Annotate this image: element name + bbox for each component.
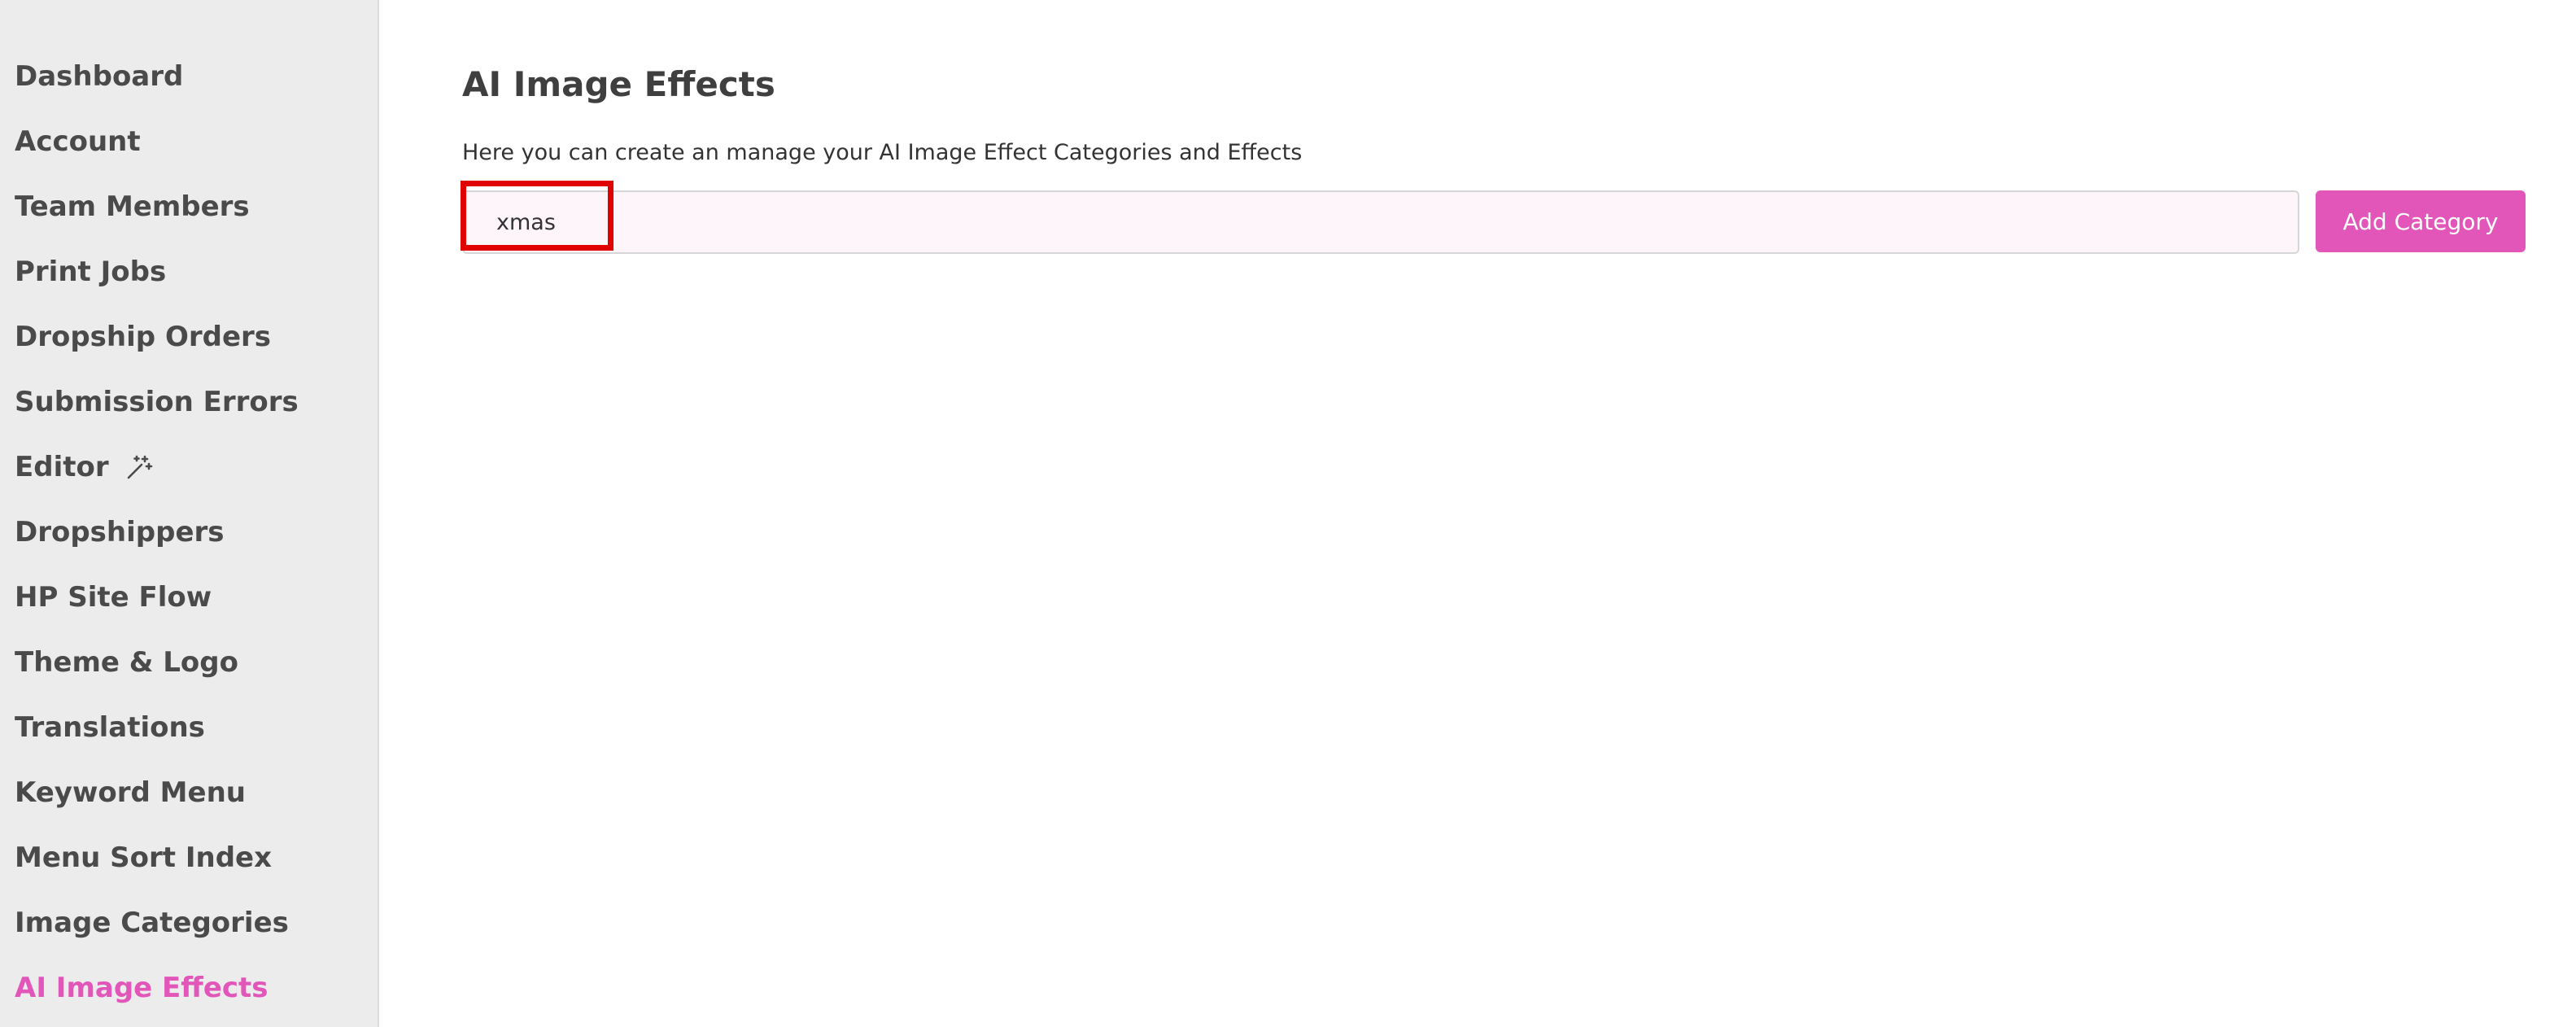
sidebar-item-label: Dropshippers [15,516,225,548]
page-description: Here you can create an manage your AI Im… [462,140,1303,165]
sidebar-item-label: Editor [15,451,109,483]
sidebar-item-label: Account [15,125,141,158]
sidebar-item-menu-sort-index[interactable]: Menu Sort Index [15,841,272,874]
sidebar-item-dashboard[interactable]: Dashboard [15,60,183,93]
sidebar-item-team-members[interactable]: Team Members [15,190,250,223]
sidebar-item-image-categories[interactable]: Image Categories [15,907,289,939]
sidebar-item-label: Theme & Logo [15,646,238,679]
sidebar: Dashboard Account Team Members Print Job… [0,0,379,1027]
sidebar-item-label: Team Members [15,190,250,223]
page-title: AI Image Effects [462,64,775,104]
sidebar-item-dropship-orders[interactable]: Dropship Orders [15,321,271,353]
sidebar-item-label: AI Image Effects [15,972,269,1004]
sidebar-item-label: Menu Sort Index [15,841,273,874]
magic-wand-icon [125,453,153,481]
sidebar-item-label: Keyword Menu [15,776,246,809]
sidebar-item-label: Dashboard [15,60,184,93]
sidebar-item-theme-logo[interactable]: Theme & Logo [15,646,238,679]
sidebar-item-translations[interactable]: Translations [15,711,205,744]
sidebar-item-label: Submission Errors [15,386,299,418]
sidebar-item-submission-errors[interactable]: Submission Errors [15,386,299,418]
sidebar-item-hp-site-flow[interactable]: HP Site Flow [15,581,212,614]
sidebar-item-label: Print Jobs [15,256,167,288]
sidebar-item-ai-image-effects[interactable]: AI Image Effects [15,972,269,1004]
add-category-button[interactable]: Add Category [2316,190,2526,252]
sidebar-item-keyword-menu[interactable]: Keyword Menu [15,776,246,809]
sidebar-item-dropshippers[interactable]: Dropshippers [15,516,225,548]
sidebar-item-print-jobs[interactable]: Print Jobs [15,256,166,288]
sidebar-item-account[interactable]: Account [15,125,141,158]
sidebar-item-label: Translations [15,711,205,744]
sidebar-item-label: Image Categories [15,907,289,939]
category-name-input[interactable] [462,190,2299,254]
sidebar-item-label: HP Site Flow [15,581,212,614]
app-root: Dashboard Account Team Members Print Job… [0,0,2576,1027]
sidebar-item-editor[interactable]: Editor [15,451,153,483]
sidebar-item-label: Dropship Orders [15,321,272,353]
